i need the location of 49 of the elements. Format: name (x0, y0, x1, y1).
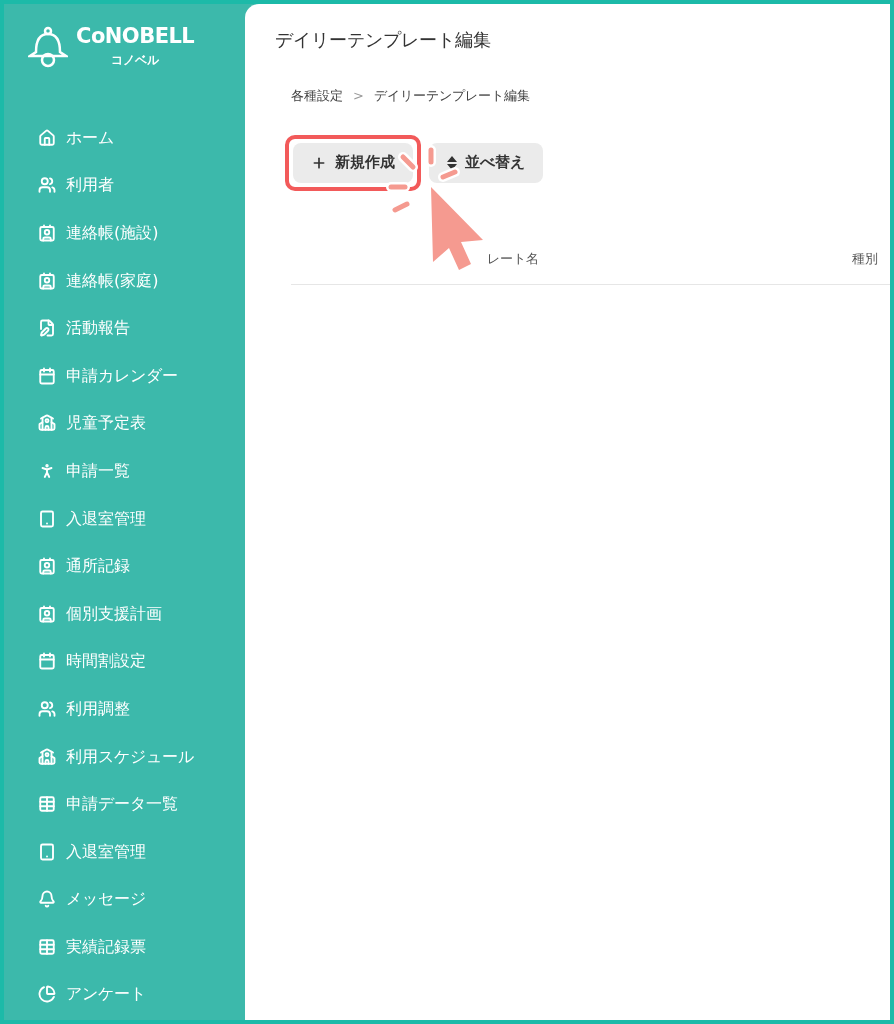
sort-button[interactable]: 並べ替え (429, 142, 543, 183)
people-icon (38, 176, 56, 195)
column-header: レート名 (487, 250, 539, 269)
tablet-icon (38, 509, 56, 528)
sidebar-item[interactable]: 活動報告 (38, 304, 245, 352)
contact-card-icon (38, 557, 56, 576)
sidebar-item[interactable]: 入退室管理 (38, 494, 245, 543)
sidebar-item[interactable]: 申請データ一覧 (38, 780, 245, 828)
calendar-icon (38, 652, 56, 671)
sidebar-item[interactable]: 連絡帳(家庭) (38, 256, 245, 305)
sidebar-item[interactable]: 実績記録票 (38, 923, 245, 971)
building-icon (38, 747, 56, 766)
sidebar-item[interactable]: ホーム (38, 114, 245, 162)
sidebar-item[interactable]: 申請カレンダー (38, 351, 245, 400)
contact-card-icon (38, 271, 56, 290)
logo-subtitle: コノベル (111, 52, 160, 69)
sidebar-item[interactable]: 申請一覧 (38, 447, 245, 495)
home-icon (38, 128, 56, 147)
column-header: 種別 (852, 250, 878, 269)
contact-card-icon (38, 604, 56, 623)
sidebar-item[interactable]: 利用スケジュール (38, 732, 245, 781)
sidebar-item[interactable]: メッセージ (38, 875, 245, 924)
people-icon (38, 699, 56, 718)
sidebar-item[interactable]: 通所記録 (38, 542, 245, 590)
document-pen-icon (38, 319, 56, 338)
building-icon (38, 414, 56, 433)
breadcrumb-link[interactable]: 各種設定 (291, 86, 343, 106)
bell-logo-icon (28, 26, 68, 68)
sidebar-item[interactable]: 児童予定表 (38, 399, 245, 448)
bell-icon (38, 890, 56, 909)
breadcrumb-link[interactable]: デイリーテンプレート編集 (373, 86, 530, 106)
sidebar-item[interactable]: アンケート (38, 970, 245, 1019)
sort-icon (447, 155, 457, 170)
table-icon (38, 937, 56, 956)
page-title: デイリーテンプレート編集 (275, 28, 492, 52)
sidebar-item[interactable]: 利用調整 (38, 685, 245, 733)
breadcrumb-separator: > (353, 87, 364, 105)
sidebar-item[interactable]: 入退室管理 (38, 827, 245, 876)
contact-card-icon (38, 224, 56, 242)
table-icon (38, 795, 56, 814)
tablet-icon (38, 842, 56, 861)
sidebar-item[interactable]: 時間割設定 (38, 637, 245, 686)
sidebar-item[interactable]: 利用者 (38, 161, 245, 210)
new-button[interactable]: 新規作成 (293, 142, 413, 183)
sidebar-item[interactable]: 個別支援計画 (38, 589, 245, 638)
logo-name: CoNOBELL (76, 26, 195, 47)
sidebar-item[interactable]: 連絡帳(施設) (38, 209, 245, 257)
calendar-icon (38, 366, 56, 385)
pie-chart-icon (38, 985, 56, 1004)
